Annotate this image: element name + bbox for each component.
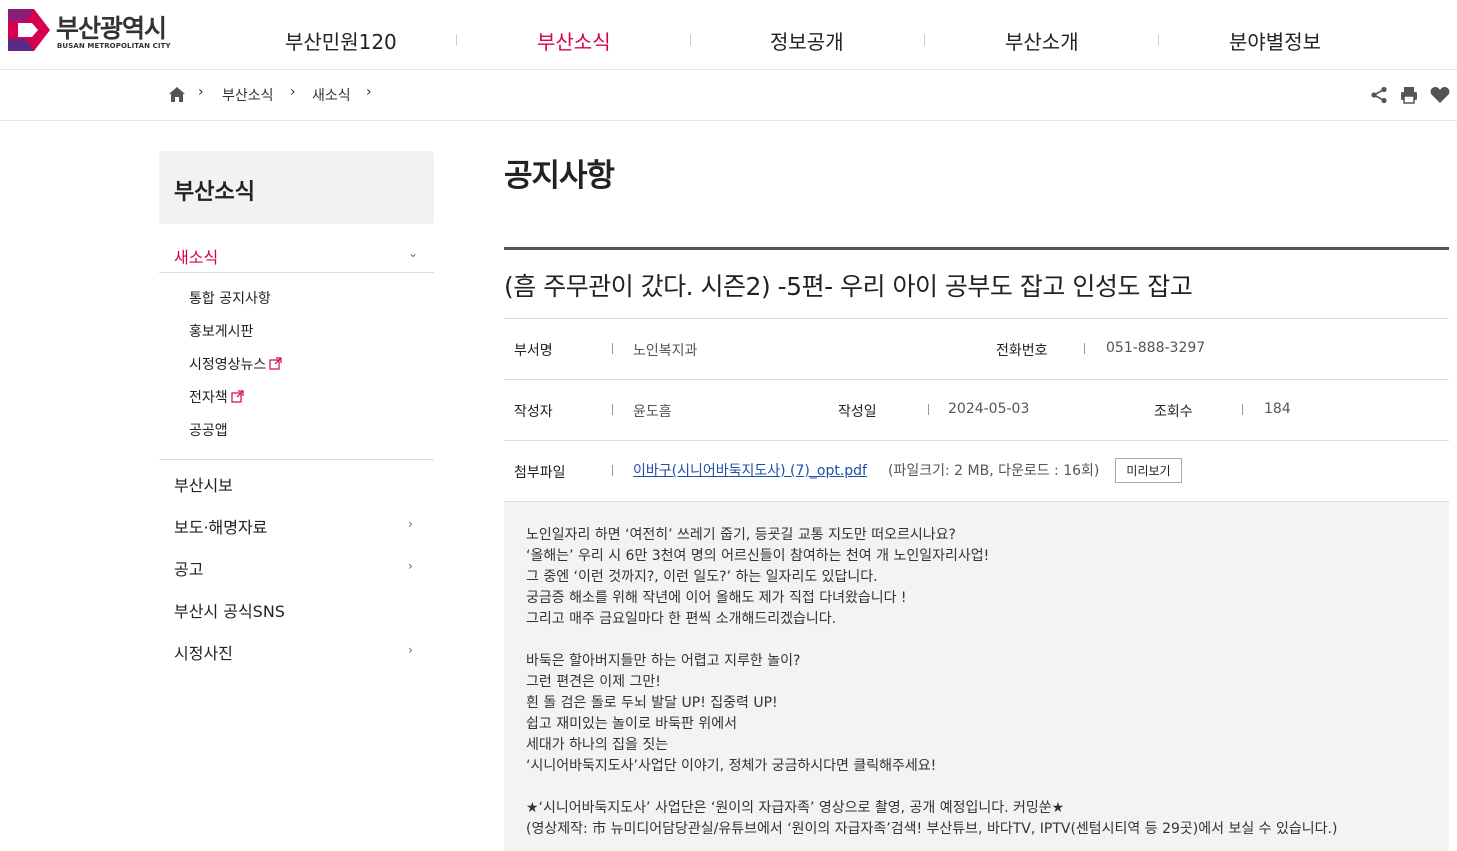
meta-separator bbox=[928, 404, 929, 415]
gnb-separator bbox=[456, 34, 457, 46]
gnb-item-news[interactable]: 부산소식 bbox=[537, 26, 611, 55]
gnb-item-info-open[interactable]: 정보공개 bbox=[770, 26, 844, 55]
phone-value: 051-888-3297 bbox=[1106, 340, 1206, 356]
body-text-line: 그런 편견은 이제 그만! bbox=[526, 674, 661, 690]
chevron-right-icon: › bbox=[366, 84, 372, 100]
attachment-link[interactable]: 이바구(시니어바둑지도사) (7)_opt.pdf bbox=[633, 460, 867, 480]
body-text-line: 흰 돌 검은 돌로 두뇌 발달 UP! 집중력 UP! bbox=[526, 695, 778, 711]
body-text-line: 쉽고 재미있는 놀이로 바둑판 위에서 bbox=[526, 716, 737, 732]
sidebar-item-photos[interactable]: 시정사진 bbox=[174, 640, 233, 664]
home-icon[interactable] bbox=[168, 86, 186, 103]
dept-label: 부서명 bbox=[514, 343, 553, 359]
divider bbox=[504, 440, 1449, 441]
sidebar-item-press[interactable]: 보도·해명자료 bbox=[174, 514, 267, 538]
sidebar-sub-item-pr-board[interactable]: 홍보게시판 bbox=[189, 321, 253, 341]
attachment-info: (파일크기: 2 MB, 다운로드 : 16회) bbox=[888, 463, 1100, 479]
sidebar-item-sns[interactable]: 부산시 공식SNS bbox=[174, 598, 285, 622]
gnb-separator bbox=[1158, 34, 1159, 46]
body-text-line: 그리고 매주 금요일마다 한 편씩 소개해드리겠습니다. bbox=[526, 611, 837, 627]
sidebar-divider bbox=[159, 459, 434, 460]
meta-separator bbox=[612, 343, 613, 354]
body-text-line: ★‘시니어바둑지도사’ 사업단은 ‘원이의 자급자족’ 영상으로 촬영, 공개 … bbox=[526, 800, 1065, 816]
body-text-line: 바둑은 할아버지들만 하는 어렵고 지루한 놀이? bbox=[526, 653, 801, 669]
site-header: 부산광역시 BUSAN METROPOLITAN CITY 부산민원120 부산… bbox=[0, 0, 1457, 70]
post-title: (흠 주무관이 갔다. 시즌2) -5편- 우리 아이 공부도 잡고 인성도 잡… bbox=[504, 272, 1193, 301]
divider bbox=[504, 318, 1449, 319]
busan-logo-icon bbox=[8, 9, 50, 51]
body-text-line: 궁금증 해소를 위해 작년에 이어 올해도 제가 직접 다녀왔습니다 ! bbox=[526, 590, 907, 606]
breadcrumb: › 부산소식 › 새소식 › bbox=[0, 70, 1457, 121]
chevron-right-icon: › bbox=[290, 84, 296, 100]
gnb-item-civil[interactable]: 부산민원120 bbox=[285, 26, 397, 55]
share-icon[interactable] bbox=[1370, 86, 1388, 104]
external-link-icon bbox=[231, 390, 244, 403]
views-label: 조회수 bbox=[1154, 404, 1193, 420]
print-icon[interactable] bbox=[1400, 86, 1418, 104]
sidebar-sub-item-ebook[interactable]: 전자책 bbox=[189, 387, 244, 407]
date-value: 2024-05-03 bbox=[948, 401, 1030, 417]
meta-separator bbox=[1242, 404, 1243, 415]
external-link-icon bbox=[269, 357, 282, 370]
body-text-line: 노인일자리 하면 ‘여전히’ 쓰레기 줍기, 등굣길 교통 지도만 떠오르시나요… bbox=[526, 527, 956, 543]
site-name-en: BUSAN METROPOLITAN CITY bbox=[57, 42, 171, 50]
gnb-item-field-info[interactable]: 분야별정보 bbox=[1229, 26, 1321, 55]
author-label: 작성자 bbox=[514, 404, 553, 420]
breadcrumb-item-new-news[interactable]: 새소식 bbox=[312, 85, 351, 105]
body-text-line: ‘올해는’ 우리 시 6만 3천여 명의 어르신들이 참여하는 천여 개 노인일… bbox=[526, 548, 990, 564]
chevron-right-icon: › bbox=[408, 517, 413, 531]
author-value: 윤도흠 bbox=[633, 404, 672, 420]
sidebar-sub-item-label: 전자책 bbox=[189, 390, 228, 406]
phone-label: 전화번호 bbox=[996, 343, 1048, 359]
chevron-right-icon: › bbox=[198, 84, 204, 100]
preview-button[interactable]: 미리보기 bbox=[1115, 458, 1182, 483]
gnb-item-about[interactable]: 부산소개 bbox=[1005, 26, 1079, 55]
sidebar-sub-item-label: 시정영상뉴스 bbox=[189, 357, 267, 373]
sidebar-item-label: 새소식 bbox=[174, 248, 219, 267]
gnb-separator bbox=[924, 34, 925, 46]
breadcrumb-item-news[interactable]: 부산소식 bbox=[222, 85, 274, 105]
date-label: 작성일 bbox=[838, 404, 877, 420]
sidebar-sub-item-public-app[interactable]: 공공앱 bbox=[189, 420, 228, 440]
sidebar-title-box: 부산소식 bbox=[159, 151, 434, 224]
meta-separator bbox=[612, 404, 613, 415]
post-body: 노인일자리 하면 ‘여전히’ 쓰레기 줍기, 등굣길 교통 지도만 떠오르시나요… bbox=[504, 502, 1449, 851]
body-text-line: ‘시니어바둑지도사’사업단 이야기, 정체가 궁금하시다면 클릭해주세요! bbox=[526, 758, 937, 774]
chevron-down-icon: ⌄ bbox=[408, 246, 419, 260]
divider bbox=[504, 379, 1449, 380]
sidebar-item-new-news[interactable]: 새소식 ⌄ bbox=[159, 238, 434, 273]
meta-separator bbox=[1084, 343, 1085, 354]
sidebar-item-gazette[interactable]: 부산시보 bbox=[174, 472, 233, 496]
site-logo[interactable]: 부산광역시 BUSAN METROPOLITAN CITY bbox=[8, 9, 183, 54]
chevron-right-icon: › bbox=[408, 559, 413, 573]
gnb-separator bbox=[690, 34, 691, 46]
heart-icon[interactable] bbox=[1430, 86, 1450, 104]
site-name: 부산광역시 bbox=[56, 14, 167, 43]
sidebar-title: 부산소식 bbox=[174, 180, 255, 205]
dept-value: 노인복지과 bbox=[633, 343, 698, 359]
body-text-line: (영상제작: 市 뉴미디어담당관실/유튜브에서 ‘원이의 자급자족’검색! 부산… bbox=[526, 821, 1338, 837]
board-top-border bbox=[504, 247, 1449, 250]
chevron-right-icon: › bbox=[408, 643, 413, 657]
page-title: 공지사항 bbox=[504, 158, 615, 194]
meta-separator bbox=[612, 465, 613, 476]
body-text-line: 세대가 하나의 집을 짓는 bbox=[526, 737, 669, 753]
sidebar-item-announcement[interactable]: 공고 bbox=[174, 556, 203, 580]
sidebar-sub-item-video-news[interactable]: 시정영상뉴스 bbox=[189, 354, 282, 374]
sidebar-sub-item-notice[interactable]: 통합 공지사항 bbox=[189, 288, 271, 308]
attach-label: 첨부파일 bbox=[514, 465, 566, 481]
views-value: 184 bbox=[1264, 401, 1291, 417]
body-text-line: 그 중엔 ‘이런 것까지?, 이런 일도?’ 하는 일자리도 있답니다. bbox=[526, 569, 878, 585]
